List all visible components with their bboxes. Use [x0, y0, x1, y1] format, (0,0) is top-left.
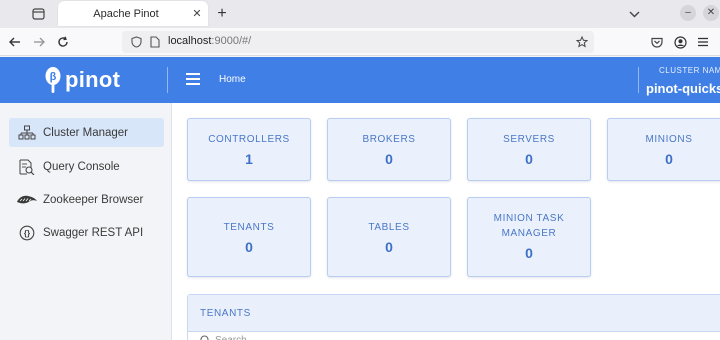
query-icon: [15, 157, 39, 177]
tenants-panel: TENANTS: [187, 294, 720, 340]
bookmark-star-icon[interactable]: [574, 34, 590, 50]
new-tab-button[interactable]: +: [212, 4, 232, 24]
card-value: 0: [665, 151, 673, 167]
pinot-logo[interactable]: β pinot: [44, 65, 120, 95]
forward-arrow-icon[interactable]: [29, 32, 49, 52]
card-title: SERVERS: [503, 134, 555, 145]
card-title: MINION TASK MANAGER: [493, 213, 565, 239]
header-divider: [638, 67, 639, 93]
tab-overview-icon[interactable]: [28, 5, 48, 23]
tenants-panel-title: TENANTS: [200, 307, 251, 319]
breadcrumb-home[interactable]: Home: [219, 74, 246, 85]
sidebar-item-label: Query Console: [43, 160, 120, 173]
account-icon[interactable]: [670, 32, 690, 52]
api-icon: {}: [15, 223, 39, 243]
sidebar-item-zookeeper-browser[interactable]: Zookeeper Browser: [9, 185, 164, 214]
app-header: β pinot Home CLUSTER NAM pinot-quickst: [0, 57, 720, 103]
card-title: BROKERS: [362, 134, 416, 145]
pinot-logo-icon: β: [45, 67, 61, 93]
tables-card[interactable]: TABLES 0: [327, 197, 451, 277]
address-bar[interactable]: localhost:9000/#/: [122, 31, 594, 53]
zookeeper-icon: [15, 190, 39, 210]
tenants-card[interactable]: TENANTS 0: [187, 197, 311, 277]
back-arrow-icon[interactable]: [5, 32, 25, 52]
cluster-name-caption: CLUSTER NAM: [659, 66, 720, 75]
sidebar-item-swagger-rest-api[interactable]: {} Swagger REST API: [9, 218, 164, 247]
main-content: CONTROLLERS 1 BROKERS 0 SERVERS 0 MINION…: [172, 103, 720, 340]
servers-card[interactable]: SERVERS 0: [467, 118, 591, 181]
svg-text:{}: {}: [24, 229, 30, 238]
tenants-panel-header: TENANTS: [188, 295, 720, 332]
url-path: :9000/#/: [211, 35, 252, 47]
tab-list-chevron-icon[interactable]: [624, 5, 644, 23]
shield-icon[interactable]: [128, 34, 144, 50]
tenants-search-input[interactable]: [215, 335, 415, 340]
header-divider: [167, 67, 168, 93]
tenants-search: [200, 335, 415, 340]
browser-tab[interactable]: Apache Pinot ✕: [58, 1, 208, 26]
card-title: MINIONS: [645, 134, 693, 145]
card-title: CONTROLLERS: [208, 134, 290, 145]
app-menu-icon[interactable]: [693, 32, 713, 52]
reload-icon[interactable]: [53, 32, 73, 52]
card-value: 0: [245, 239, 253, 255]
sidebar-item-label: Swagger REST API: [43, 226, 144, 239]
card-title: TENANTS: [223, 222, 275, 233]
card-value: 0: [525, 245, 533, 261]
cluster-icon: [15, 123, 39, 143]
url-text[interactable]: localhost:9000/#/: [168, 35, 251, 47]
cluster-name: pinot-quickst: [646, 81, 720, 96]
url-host: localhost: [168, 35, 212, 47]
card-value: 0: [525, 151, 533, 167]
sidebar-item-label: Cluster Manager: [43, 126, 129, 139]
minimize-button[interactable]: –: [680, 5, 696, 21]
card-title: TABLES: [368, 222, 410, 233]
close-window-button[interactable]: ✕: [703, 5, 719, 21]
card-value: 1: [245, 151, 253, 167]
sidebar-item-query-console[interactable]: Query Console: [9, 152, 164, 181]
minions-card[interactable]: MINIONS 0: [607, 118, 720, 181]
browser-nav-bar: localhost:9000/#/: [0, 28, 720, 56]
brokers-card[interactable]: BROKERS 0: [327, 118, 451, 181]
search-icon: [200, 335, 209, 340]
pocket-icon[interactable]: [647, 32, 667, 52]
browser-tab-bar: Apache Pinot ✕ + – ✕: [0, 0, 720, 28]
sidebar-item-cluster-manager[interactable]: Cluster Manager: [9, 118, 164, 147]
page-info-icon[interactable]: [147, 34, 163, 50]
tab-close-icon[interactable]: ✕: [186, 7, 208, 20]
sidebar: Cluster Manager Query Console Zookeeper …: [0, 103, 172, 340]
browser-tab-title: Apache Pinot: [93, 7, 159, 20]
controllers-card[interactable]: CONTROLLERS 1: [187, 118, 311, 181]
card-value: 0: [385, 239, 393, 255]
minion-task-manager-card[interactable]: MINION TASK MANAGER 0: [467, 197, 591, 277]
svg-text:β: β: [50, 71, 57, 83]
logo-text: pinot: [65, 67, 121, 92]
card-value: 0: [385, 151, 393, 167]
sidebar-item-label: Zookeeper Browser: [43, 193, 144, 206]
hamburger-menu-icon[interactable]: [186, 73, 200, 85]
